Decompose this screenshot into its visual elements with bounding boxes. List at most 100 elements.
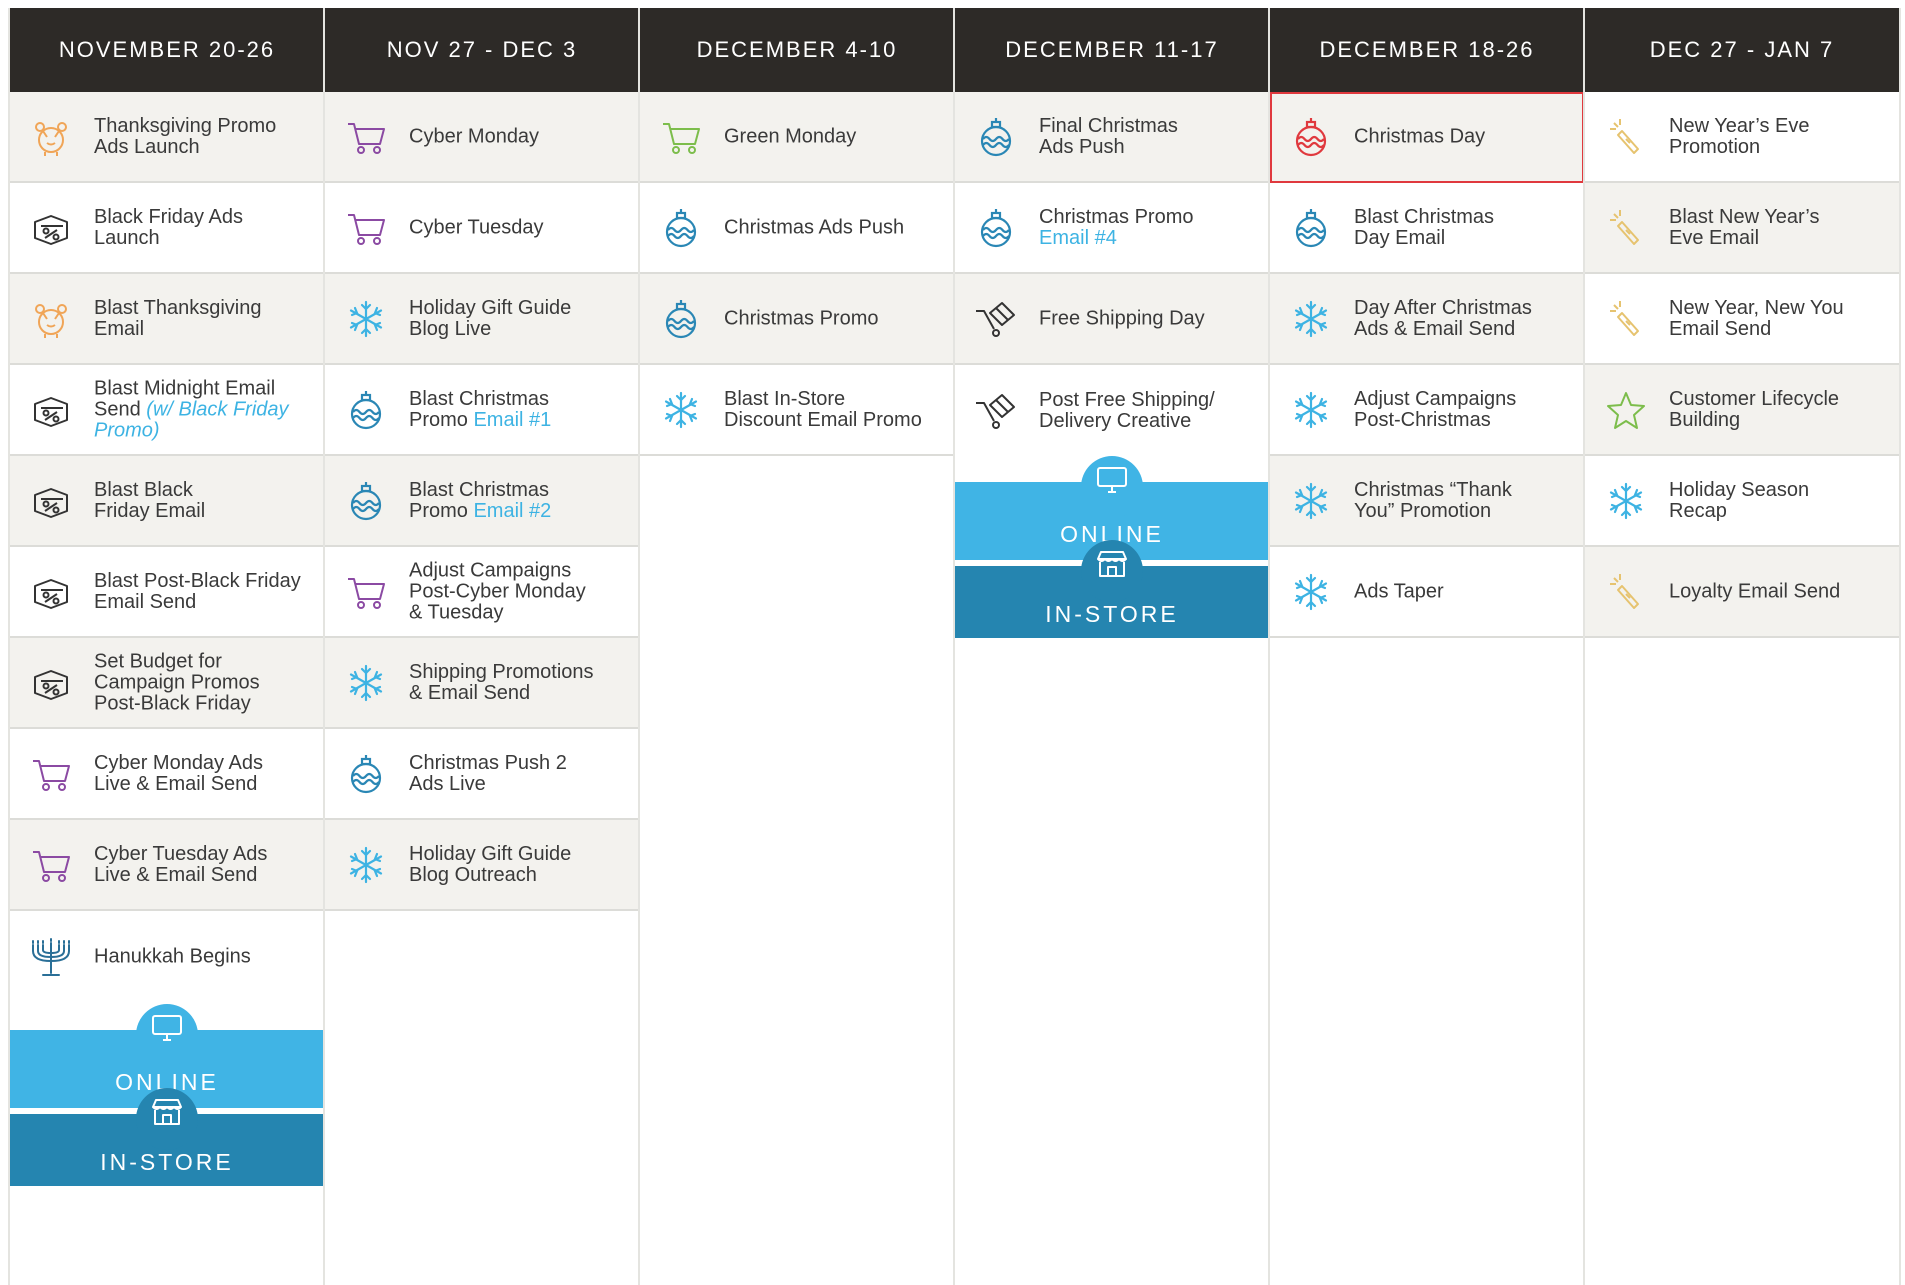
calendar-item[interactable]: Final Christmas Ads Push <box>955 92 1269 183</box>
ornament-red-icon <box>1288 114 1334 160</box>
calendar-item[interactable]: Ads Taper <box>1270 547 1584 638</box>
snowflake-icon <box>343 296 389 342</box>
calendar-item[interactable]: Blast Midnight Email Send (w/ Black Frida… <box>10 365 324 456</box>
storefront-icon <box>1081 540 1143 602</box>
calendar-item[interactable]: Blast Christmas Day Email <box>1270 183 1584 274</box>
week-column-dec-18-26: DECEMBER 18-26 Christmas Day Blast Chris… <box>1268 8 1584 1285</box>
cart-purple-icon <box>343 569 389 615</box>
column-header: DEC 27 - JAN 7 <box>1585 8 1899 92</box>
calendar-item[interactable]: Loyalty Email Send <box>1585 547 1899 638</box>
calendar-item[interactable]: Cyber Tuesday <box>325 183 639 274</box>
monitor-icon <box>1081 456 1143 518</box>
calendar-item[interactable]: New Year’s Eve Promotion <box>1585 92 1899 183</box>
ornament-icon <box>343 751 389 797</box>
calendar-item[interactable]: Black Friday Ads Launch <box>10 183 324 274</box>
calendar-item[interactable]: New Year, New You Email Send <box>1585 274 1899 365</box>
calendar-item[interactable]: Christmas Ads Push <box>640 183 954 274</box>
cart-purple-icon <box>28 842 74 888</box>
calendar-item[interactable]: Christmas “Thank You” Promotion <box>1270 456 1584 547</box>
calendar-item[interactable]: Thanksgiving Promo Ads Launch <box>10 92 324 183</box>
champagne-icon <box>1603 114 1649 160</box>
column-header: DECEMBER 18-26 <box>1270 8 1584 92</box>
champagne-icon <box>1603 569 1649 615</box>
calendar-item-highlighted[interactable]: Christmas Day <box>1270 92 1584 183</box>
calendar-item[interactable]: Cyber Monday <box>325 92 639 183</box>
discount-tag-icon <box>28 478 74 524</box>
discount-tag-icon <box>28 387 74 433</box>
holiday-calendar-board: NOVEMBER 20-26 Thanksgiving Promo Ads Lau… <box>0 0 1905 1285</box>
calendar-item[interactable]: Holiday Gift Guide Blog Outreach <box>325 820 639 911</box>
ornament-icon <box>343 387 389 433</box>
calendar-item[interactable]: Set Budget for Campaign Promos Post-Black … <box>10 638 324 729</box>
calendar-item[interactable]: Blast Post-Black Friday Email Send <box>10 547 324 638</box>
column-header: NOVEMBER 20-26 <box>10 8 324 92</box>
calendar-item[interactable]: Cyber Monday Ads Live & Email Send <box>10 729 324 820</box>
ornament-icon <box>1288 205 1334 251</box>
snowflake-icon <box>1603 478 1649 524</box>
discount-tag-icon <box>28 569 74 615</box>
calendar-item[interactable]: Christmas Promo Email #4 <box>955 183 1269 274</box>
ornament-icon <box>973 114 1019 160</box>
ornament-icon <box>658 205 704 251</box>
calendar-item[interactable]: Cyber Tuesday Ads Live & Email Send <box>10 820 324 911</box>
snowflake-icon <box>343 842 389 888</box>
snowflake-icon <box>658 387 704 433</box>
shipping-box-icon <box>973 296 1019 342</box>
week-column-nov-27-dec-3: NOV 27 - DEC 3 Cyber Monday Cyber Tuesda… <box>323 8 639 1285</box>
calendar-item[interactable]: Blast Black Friday Email <box>10 456 324 547</box>
calendar-item[interactable]: Blast In-Store Discount Email Promo <box>640 365 954 456</box>
snowflake-icon <box>343 660 389 706</box>
menorah-icon <box>28 934 74 980</box>
calendar-item[interactable]: Post Free Shipping/Delivery Creative <box>955 365 1269 456</box>
week-column-dec-11-17: DECEMBER 11-17 Final Christmas Ads Push C… <box>953 8 1269 1285</box>
ornament-icon <box>658 296 704 342</box>
calendar-item[interactable]: Blast Christmas Promo Email #2 <box>325 456 639 547</box>
instore-band: IN-STORE <box>955 540 1269 638</box>
ornament-icon <box>343 478 389 524</box>
storefront-icon <box>136 1088 198 1150</box>
calendar-item[interactable]: Christmas Push 2 Ads Live <box>325 729 639 820</box>
email-number: Email #2 <box>473 499 552 522</box>
turkey-icon <box>28 296 74 342</box>
week-column-dec-4-10: DECEMBER 4-10 Green Monday Christmas Ads… <box>638 8 954 1285</box>
discount-tag-icon <box>28 660 74 706</box>
turkey-icon <box>28 114 74 160</box>
cart-purple-icon <box>343 114 389 160</box>
calendar-item[interactable]: Adjust Campaigns Post-Christmas <box>1270 365 1584 456</box>
week-column-nov-20-26: NOVEMBER 20-26 Thanksgiving Promo Ads Lau… <box>8 8 324 1285</box>
column-header: DECEMBER 4-10 <box>640 8 954 92</box>
calendar-item[interactable]: Blast Thanksgiving Email <box>10 274 324 365</box>
calendar-item[interactable]: Holiday Season Recap <box>1585 456 1899 547</box>
calendar-item[interactable]: Blast Christmas Promo Email #1 <box>325 365 639 456</box>
snowflake-icon <box>1288 296 1334 342</box>
calendar-item[interactable]: Blast New Year’s Eve Email <box>1585 183 1899 274</box>
monitor-icon <box>136 1004 198 1066</box>
calendar-item[interactable]: Adjust Campaigns Post-Cyber Monday & Tuesd… <box>325 547 639 638</box>
star-icon <box>1603 387 1649 433</box>
discount-tag-icon <box>28 205 74 251</box>
champagne-icon <box>1603 205 1649 251</box>
calendar-item[interactable]: Christmas Promo <box>640 274 954 365</box>
shipping-box-icon <box>973 388 1019 434</box>
calendar-item[interactable]: Green Monday <box>640 92 954 183</box>
calendar-item[interactable]: Shipping Promotions & Email Send <box>325 638 639 729</box>
snowflake-icon <box>1288 387 1334 433</box>
champagne-icon <box>1603 296 1649 342</box>
cart-green-icon <box>658 114 704 160</box>
cart-purple-icon <box>343 205 389 251</box>
snowflake-icon <box>1288 478 1334 524</box>
ornament-icon <box>973 205 1019 251</box>
cart-purple-icon <box>28 751 74 797</box>
instore-band: IN-STORE <box>10 1088 324 1186</box>
snowflake-icon <box>1288 569 1334 615</box>
calendar-item[interactable]: Holiday Gift Guide Blog Live <box>325 274 639 365</box>
calendar-item[interactable]: Day After Christmas Ads & Email Send <box>1270 274 1584 365</box>
email-number: Email #1 <box>473 408 552 431</box>
calendar-item[interactable]: Hanukkah Begins <box>10 911 324 1002</box>
week-column-dec-27-jan-7: DEC 27 - JAN 7 New Year’s Eve Promotion B… <box>1583 8 1901 1285</box>
calendar-item[interactable]: Customer Lifecycle Building <box>1585 365 1899 456</box>
calendar-item[interactable]: Free Shipping Day <box>955 274 1269 365</box>
column-header: NOV 27 - DEC 3 <box>325 8 639 92</box>
column-header: DECEMBER 11-17 <box>955 8 1269 92</box>
email-number: Email #4 <box>1039 226 1117 249</box>
